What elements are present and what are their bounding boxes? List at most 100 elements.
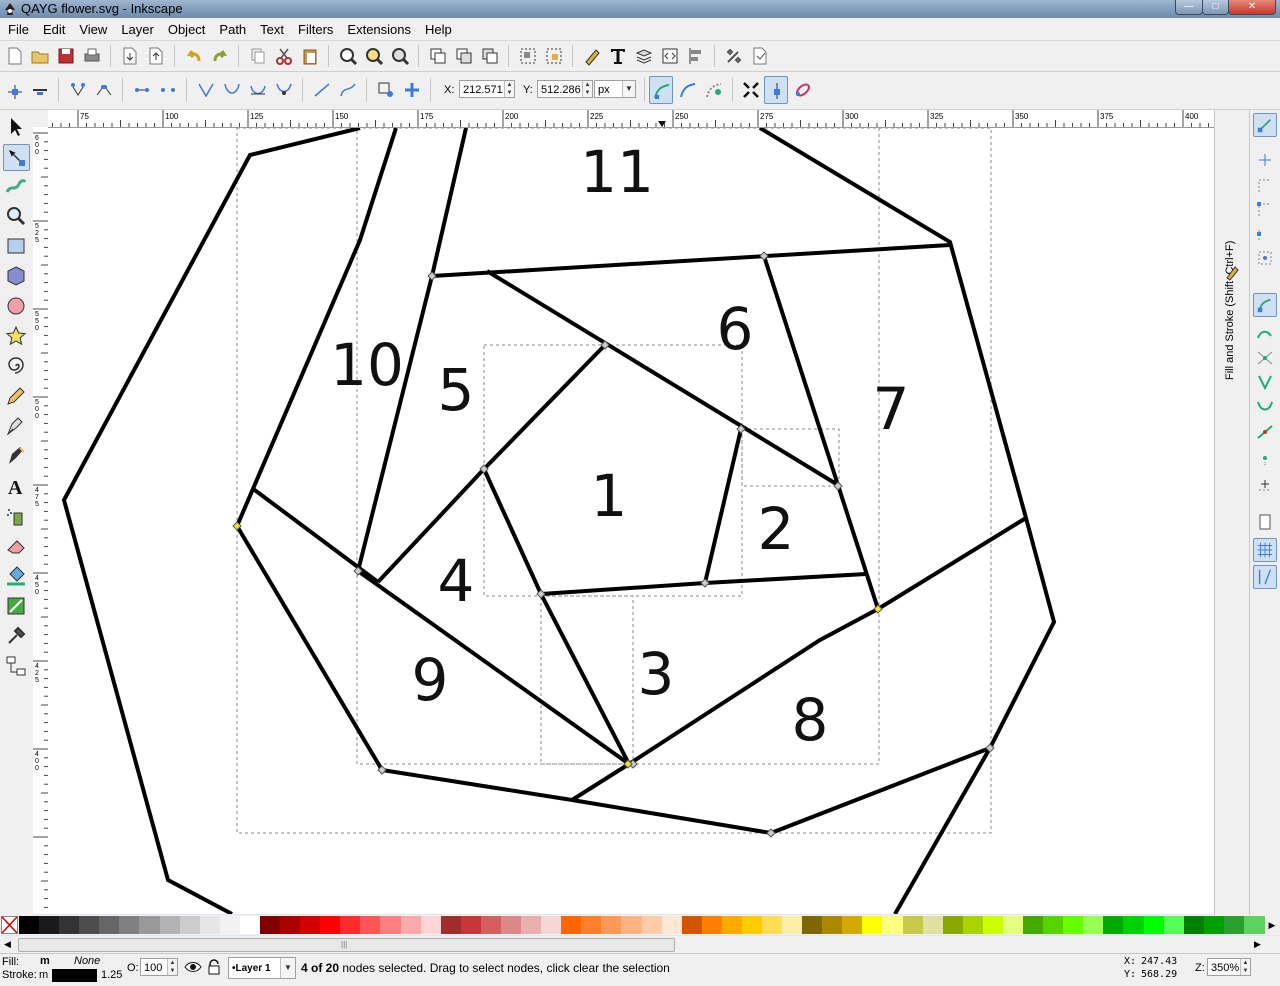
color-swatch[interactable] [802, 916, 824, 934]
star-tool-icon[interactable] [4, 324, 28, 348]
color-swatch[interactable] [1043, 916, 1065, 934]
color-swatch[interactable] [822, 916, 844, 934]
unlink-clone-icon[interactable] [480, 46, 500, 66]
zoom-page-icon[interactable] [390, 46, 410, 66]
duplicate-icon[interactable] [428, 46, 448, 66]
color-swatch[interactable] [581, 916, 603, 934]
color-swatch[interactable] [320, 916, 342, 934]
zoom-tool-icon[interactable] [4, 204, 28, 228]
stroke-width-value[interactable]: 1.25 [101, 969, 122, 981]
color-swatch[interactable] [239, 916, 261, 934]
snap-page-icon[interactable] [1255, 512, 1275, 532]
snap-guides-toggle[interactable] [1253, 565, 1277, 589]
color-swatch[interactable] [701, 916, 723, 934]
x-coordinate-field[interactable]: 212.571 ▲ ▼ [459, 80, 515, 98]
menu-layer[interactable]: Layer [113, 18, 160, 39]
color-swatch[interactable] [661, 916, 683, 934]
color-swatch[interactable] [922, 916, 944, 934]
color-swatch[interactable] [741, 916, 763, 934]
color-swatch[interactable] [400, 916, 422, 934]
snap-bbox-icon[interactable] [1255, 150, 1275, 170]
color-swatch[interactable] [521, 916, 543, 934]
color-swatch[interactable] [641, 916, 663, 934]
color-swatch[interactable] [59, 916, 81, 934]
color-swatch[interactable] [1083, 916, 1105, 934]
show-transform-handles-toggle[interactable] [649, 76, 673, 104]
zoom-drawing-icon[interactable] [364, 46, 384, 66]
copy-icon[interactable] [248, 46, 268, 66]
ellipse-tool-icon[interactable] [4, 294, 28, 318]
color-swatch[interactable] [460, 916, 482, 934]
no-paint-icon[interactable] [1, 916, 18, 934]
menu-extensions[interactable]: Extensions [339, 18, 417, 39]
join-nodes-icon[interactable] [68, 80, 88, 100]
opacity-field[interactable]: 100 ▲ ▼ [140, 958, 178, 976]
color-swatch[interactable] [1163, 916, 1185, 934]
color-swatch[interactable] [862, 916, 884, 934]
fill-stroke-icon[interactable] [582, 46, 602, 66]
break-path-icon[interactable] [94, 80, 114, 100]
snap-bbox-edge-icon[interactable] [1255, 176, 1275, 196]
unit-select[interactable]: px ▼ [594, 80, 636, 98]
fill-stroke-dock-icon[interactable] [1225, 264, 1241, 280]
group-icon[interactable] [518, 46, 538, 66]
stroke-swatch[interactable] [52, 969, 97, 982]
color-swatch[interactable] [902, 916, 924, 934]
rectangle-tool-icon[interactable] [4, 234, 28, 258]
stroke-value[interactable]: m [39, 969, 48, 981]
color-swatch[interactable] [159, 916, 181, 934]
node[interactable] [427, 271, 437, 281]
paint-bucket-tool-icon[interactable] [4, 564, 28, 588]
color-swatch[interactable] [19, 916, 40, 934]
color-swatch[interactable] [621, 916, 643, 934]
layer-select[interactable]: •Layer 1 ▼ [228, 957, 296, 979]
pen-tool-icon[interactable] [4, 414, 28, 438]
gradient-tool-icon[interactable] [4, 594, 28, 618]
import-icon[interactable] [120, 46, 140, 66]
color-swatch[interactable] [79, 916, 101, 934]
color-swatch[interactable] [1143, 916, 1165, 934]
paste-icon[interactable] [300, 46, 320, 66]
auto-smooth-node-icon[interactable] [274, 80, 294, 100]
color-swatch[interactable] [380, 916, 402, 934]
align-distribute-icon[interactable] [686, 46, 706, 66]
insert-node-icon[interactable] [5, 80, 25, 100]
color-swatch[interactable] [962, 916, 984, 934]
menu-view[interactable]: View [71, 18, 113, 39]
xml-editor-icon[interactable] [660, 46, 680, 66]
y-spin-arrows[interactable]: ▲ ▼ [582, 81, 592, 97]
color-swatch[interactable] [942, 916, 964, 934]
drawing-canvas[interactable]: 11 10 6 5 7 1 2 4 3 9 8 [48, 128, 1214, 914]
undo-icon[interactable] [184, 46, 204, 66]
tweak-tool-icon[interactable] [4, 174, 28, 198]
color-swatch[interactable] [99, 916, 121, 934]
layer-dropdown-arrow[interactable]: ▼ [280, 958, 295, 978]
horizontal-ruler[interactable]: 75 100 125 150 175 200 225 250 275 300 325 350 375 40… [48, 110, 1214, 128]
show-bezier-handles-icon[interactable] [678, 80, 698, 100]
layer-lock-icon[interactable] [207, 959, 221, 975]
snap-nodes-toggle[interactable] [1253, 293, 1277, 317]
color-swatch[interactable] [1203, 916, 1225, 934]
color-swatch[interactable] [259, 916, 281, 934]
x-spin-arrows[interactable]: ▲ ▼ [504, 81, 514, 97]
snap-bbox-corner-icon[interactable] [1255, 200, 1275, 220]
color-swatch[interactable] [541, 916, 563, 934]
snap-intersection-icon[interactable] [1255, 348, 1275, 368]
color-swatch[interactable] [1063, 916, 1085, 934]
fill-stroke-dock-tab[interactable]: Fill and Stroke (Shift+Ctrl+F) [1224, 241, 1236, 380]
close-button[interactable]: ✕ [1228, 0, 1276, 15]
smooth-node-icon[interactable] [222, 80, 242, 100]
print-icon[interactable] [82, 46, 102, 66]
menu-help[interactable]: Help [417, 18, 458, 39]
calligraphy-tool-icon[interactable] [4, 444, 28, 468]
cut-icon[interactable] [274, 46, 294, 66]
menu-path[interactable]: Path [211, 18, 252, 39]
fill-none-indicator[interactable]: None [74, 955, 100, 967]
color-swatch[interactable] [480, 916, 502, 934]
object-to-path-icon[interactable] [376, 80, 396, 100]
snap-bbox-center-icon[interactable] [1255, 248, 1275, 268]
color-swatch[interactable] [1183, 916, 1205, 934]
color-swatch[interactable] [119, 916, 141, 934]
y-coordinate-field[interactable]: 512.286 ▲ ▼ [537, 80, 593, 98]
clone-icon[interactable] [454, 46, 474, 66]
